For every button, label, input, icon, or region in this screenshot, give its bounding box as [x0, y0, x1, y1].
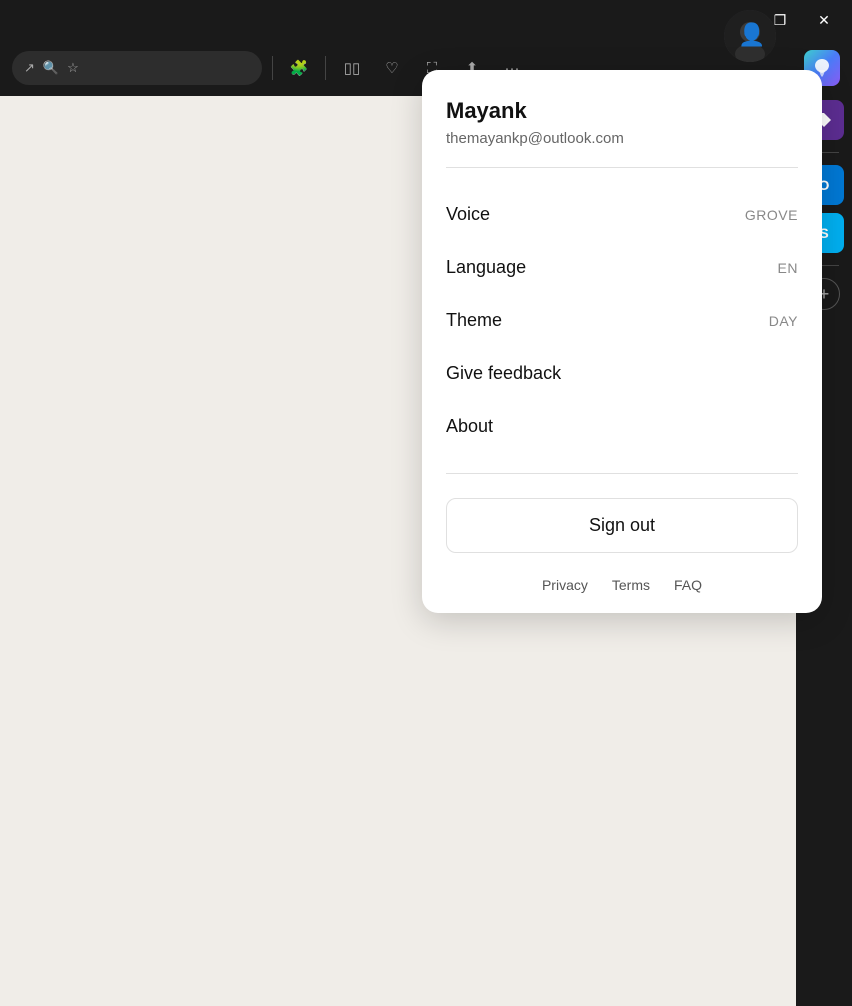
user-avatar[interactable]: 👤 [724, 10, 776, 62]
address-bar[interactable]: ↗ 🔍 ☆ [12, 51, 262, 85]
avatar-image: 👤 [724, 10, 776, 62]
extensions-button[interactable]: 🧩 [283, 52, 315, 84]
toolbar-divider-1 [272, 56, 273, 80]
close-button[interactable]: ✕ [804, 0, 844, 40]
profile-name: Mayank [446, 98, 798, 124]
heart-icon: ♡ [385, 59, 398, 77]
profile-email: themayankp@outlook.com [446, 130, 798, 147]
toolbar-divider-2 [325, 56, 326, 80]
faq-link[interactable]: FAQ [674, 577, 702, 593]
voice-label: Voice [446, 204, 490, 225]
language-menu-item[interactable]: Language EN [446, 241, 798, 294]
sign-out-button[interactable]: Sign out [446, 498, 798, 553]
avatar-container: 👤 [724, 10, 776, 62]
reader-icon: ▯▯ [344, 59, 361, 77]
voice-menu-item[interactable]: Voice GROVE [446, 188, 798, 241]
about-menu-item[interactable]: About [446, 400, 798, 453]
language-value: EN [778, 260, 798, 276]
theme-value: DAY [769, 313, 798, 329]
privacy-link[interactable]: Privacy [542, 577, 588, 593]
about-label: About [446, 416, 493, 437]
language-label: Language [446, 257, 526, 278]
dropdown-divider-2 [446, 473, 798, 474]
external-link-icon: ↗ [24, 60, 35, 76]
feedback-menu-item[interactable]: Give feedback [446, 347, 798, 400]
theme-label: Theme [446, 310, 502, 331]
theme-menu-item[interactable]: Theme DAY [446, 294, 798, 347]
favorite-icon: ☆ [67, 60, 79, 76]
dropdown-divider-1 [446, 167, 798, 168]
extensions-icon: 🧩 [290, 59, 309, 77]
terms-link[interactable]: Terms [612, 577, 650, 593]
profile-dropdown: Mayank themayankp@outlook.com Voice GROV… [422, 70, 822, 613]
voice-value: GROVE [745, 207, 798, 223]
svg-text:👤: 👤 [738, 22, 765, 47]
immersive-reader-button[interactable]: ♡ [376, 52, 408, 84]
zoom-icon: 🔍 [43, 60, 59, 76]
footer-links: Privacy Terms FAQ [446, 577, 798, 593]
feedback-label: Give feedback [446, 363, 561, 384]
reader-view-button[interactable]: ▯▯ [336, 52, 368, 84]
